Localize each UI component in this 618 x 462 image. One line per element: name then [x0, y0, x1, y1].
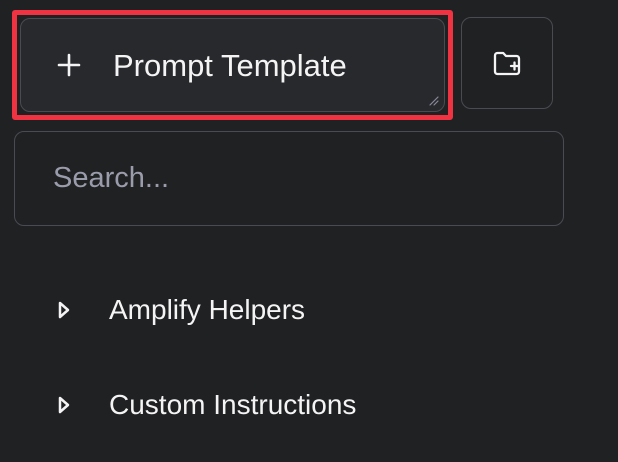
caret-right-icon	[54, 298, 74, 322]
new-folder-button[interactable]	[461, 17, 553, 109]
search-input[interactable]	[14, 131, 564, 226]
prompt-template-sidebar: Prompt Template Amplify Helpers	[0, 0, 618, 462]
resize-grip-icon	[427, 94, 439, 106]
folder-label: Amplify Helpers	[109, 294, 306, 325]
folder-item-amplify-helpers[interactable]: Amplify Helpers	[54, 290, 305, 330]
folder-plus-icon	[490, 46, 524, 80]
plus-icon	[53, 49, 85, 81]
new-prompt-template-label: Prompt Template	[113, 47, 347, 83]
folder-item-custom-instructions[interactable]: Custom Instructions	[54, 385, 356, 425]
new-prompt-template-button[interactable]: Prompt Template	[20, 18, 445, 112]
folder-label: Custom Instructions	[109, 389, 357, 420]
caret-right-icon	[54, 393, 74, 417]
